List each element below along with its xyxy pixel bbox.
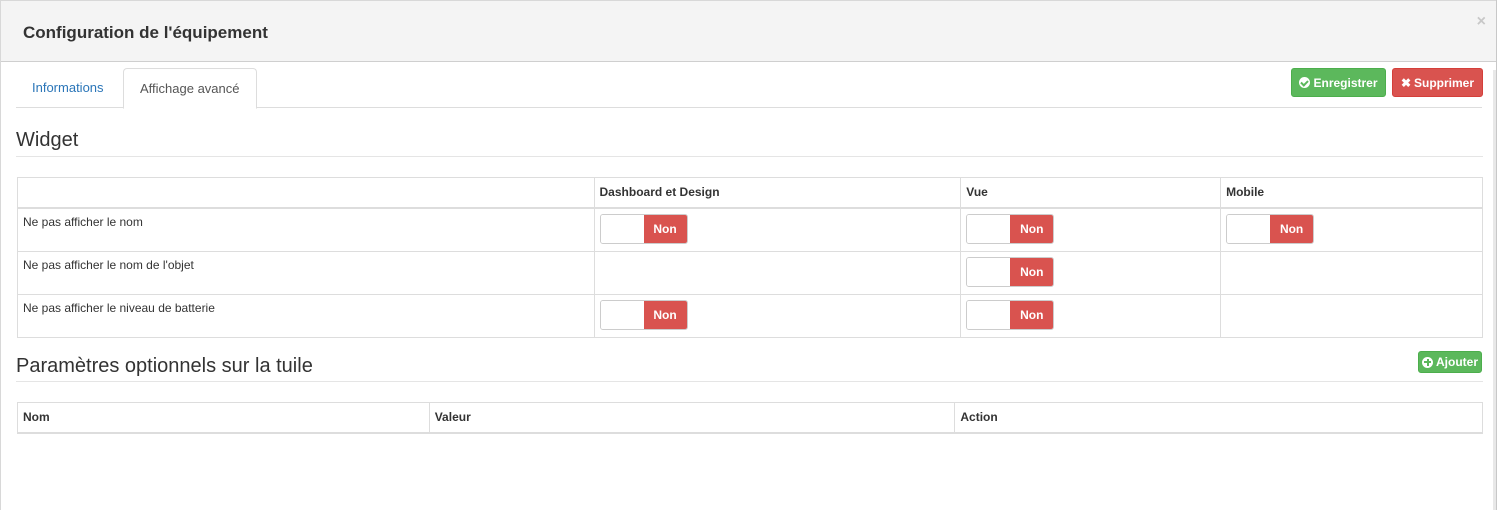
column-header: Vue (960, 177, 1222, 209)
cell-dashboard: Non (593, 293, 962, 338)
toggle-knob (600, 300, 644, 329)
cell-mobile (1220, 250, 1483, 295)
widget-section-divider (16, 156, 1483, 157)
widget-section-title: Widget (16, 129, 79, 151)
cell-dashboard: Non (593, 207, 962, 252)
scrollbar[interactable] (1493, 70, 1496, 510)
row-label: Ne pas afficher le nom de l'objet (17, 250, 595, 295)
column-header (17, 177, 595, 209)
save-button[interactable]: Enregistrer (1291, 68, 1386, 97)
cell-mobile (1220, 293, 1483, 338)
table-header-row: Dashboard et Design Vue Mobile (17, 177, 1483, 209)
toggle-switch[interactable]: Non (966, 299, 1055, 330)
toggle-knob (967, 300, 1011, 329)
cell-vue: Non (960, 207, 1222, 252)
toggle-state: Non (1270, 214, 1314, 243)
check-circle-icon (1299, 77, 1311, 88)
delete-button[interactable]: ✖ Supprimer (1392, 68, 1483, 97)
toggle-switch[interactable]: Non (966, 213, 1055, 244)
times-icon: ✖ (1400, 75, 1412, 90)
cell-vue: Non (960, 293, 1222, 338)
tab-affichage-avance[interactable]: Affichage avancé (123, 68, 257, 109)
column-header-valeur: Valeur (428, 402, 956, 434)
row-label: Ne pas afficher le niveau de batterie (17, 293, 595, 338)
toggle-switch[interactable]: Non (599, 213, 688, 244)
table-row: Ne pas afficher le nom Non Non Non (17, 207, 1483, 252)
params-section-divider (16, 381, 1483, 382)
save-button-label: Enregistrer (1313, 75, 1378, 90)
toggle-switch[interactable]: Non (1226, 213, 1315, 244)
toggle-state: Non (1010, 300, 1054, 329)
close-icon[interactable]: × (1477, 13, 1486, 31)
column-header: Dashboard et Design (593, 177, 962, 209)
modal-header: Configuration de l'équipement × (1, 0, 1496, 62)
params-table: Nom Valeur Action (17, 402, 1483, 434)
modal-title: Configuration de l'équipement (23, 23, 268, 42)
tab-bar: Informations Affichage avancé (16, 68, 1482, 109)
toggle-knob (967, 214, 1011, 243)
add-button-label: Ajouter (1436, 355, 1478, 369)
toggle-knob (967, 257, 1011, 286)
toggle-switch[interactable]: Non (966, 256, 1055, 287)
column-header-nom: Nom (17, 402, 430, 434)
params-section-title: Paramètres optionnels sur la tuile (16, 355, 313, 377)
cell-dashboard (593, 250, 962, 295)
toggle-state: Non (1010, 214, 1054, 243)
modal: Configuration de l'équipement × Informat… (0, 0, 1497, 510)
column-header: Mobile (1220, 177, 1483, 209)
cell-mobile: Non (1220, 207, 1483, 252)
column-header-action: Action (954, 402, 1483, 434)
table-header-row: Nom Valeur Action (17, 402, 1483, 434)
delete-button-label: Supprimer (1414, 75, 1475, 90)
toggle-state: Non (643, 300, 687, 329)
add-button[interactable]: Ajouter (1418, 351, 1482, 373)
table-row: Ne pas afficher le nom de l'objet Non (17, 250, 1483, 295)
toggle-knob (1227, 214, 1271, 243)
row-label: Ne pas afficher le nom (17, 207, 595, 252)
cell-vue: Non (960, 250, 1222, 295)
table-row: Ne pas afficher le niveau de batterie No… (17, 293, 1483, 338)
toggle-switch[interactable]: Non (599, 299, 688, 330)
toggle-state: Non (1010, 257, 1054, 286)
tab-informations[interactable]: Informations (16, 68, 120, 108)
toggle-knob (600, 214, 644, 243)
toggle-state: Non (643, 214, 687, 243)
widget-table: Dashboard et Design Vue Mobile Ne pas af… (17, 177, 1483, 338)
plus-circle-icon (1422, 356, 1433, 368)
